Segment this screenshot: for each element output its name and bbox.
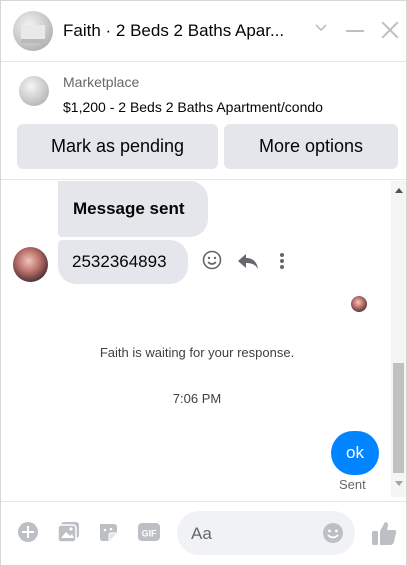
chat-title[interactable]: Faith · 2 Beds 2 Baths Apar... [63, 21, 301, 41]
photo-icon[interactable] [57, 521, 81, 548]
incoming-message[interactable]: 2532364893 [58, 240, 188, 284]
minimize-icon[interactable] [346, 30, 364, 32]
composer-divider [1, 501, 406, 502]
chat-header: Faith · 2 Beds 2 Baths Apar... [1, 1, 406, 61]
scroll-up-arrow-icon[interactable] [395, 188, 403, 193]
scrollbar-thumb[interactable] [393, 363, 404, 473]
more-options-button[interactable]: More options [224, 124, 398, 169]
section-divider [1, 179, 406, 180]
emoji-icon[interactable] [322, 522, 344, 544]
incoming-message[interactable]: Message sent [58, 181, 208, 237]
reply-icon[interactable] [236, 250, 260, 272]
gif-icon[interactable]: GIF [137, 521, 161, 548]
listing-thumbnail[interactable] [19, 76, 49, 106]
sticker-icon[interactable] [97, 521, 119, 548]
message-input-placeholder[interactable]: Aa [191, 524, 212, 544]
chevron-down-icon[interactable] [314, 21, 328, 35]
close-icon[interactable] [379, 19, 401, 41]
marketplace-label: Marketplace [63, 74, 140, 90]
more-vertical-icon[interactable] [277, 250, 287, 272]
message-timestamp: 7:06 PM [172, 391, 222, 406]
listing-avatar[interactable] [13, 11, 53, 51]
chat-window: Faith · 2 Beds 2 Baths Apar... Marketpla… [0, 0, 407, 566]
svg-text:GIF: GIF [142, 529, 158, 539]
react-emoji-icon[interactable] [201, 249, 223, 271]
seen-receipt-avatar [351, 296, 367, 312]
mark-as-pending-button[interactable]: Mark as pending [17, 124, 218, 169]
header-divider [1, 61, 406, 62]
scroll-down-arrow-icon[interactable] [395, 481, 403, 486]
plus-icon[interactable] [17, 521, 39, 548]
sender-avatar[interactable] [13, 247, 48, 282]
waiting-notice: Faith is waiting for your response. [99, 345, 295, 360]
delivery-status: Sent [339, 477, 366, 492]
outgoing-message[interactable]: ok [331, 431, 379, 475]
thumbs-up-icon[interactable] [370, 519, 398, 547]
listing-detail[interactable]: $1,200 - 2 Beds 2 Baths Apartment/condo [63, 99, 323, 115]
